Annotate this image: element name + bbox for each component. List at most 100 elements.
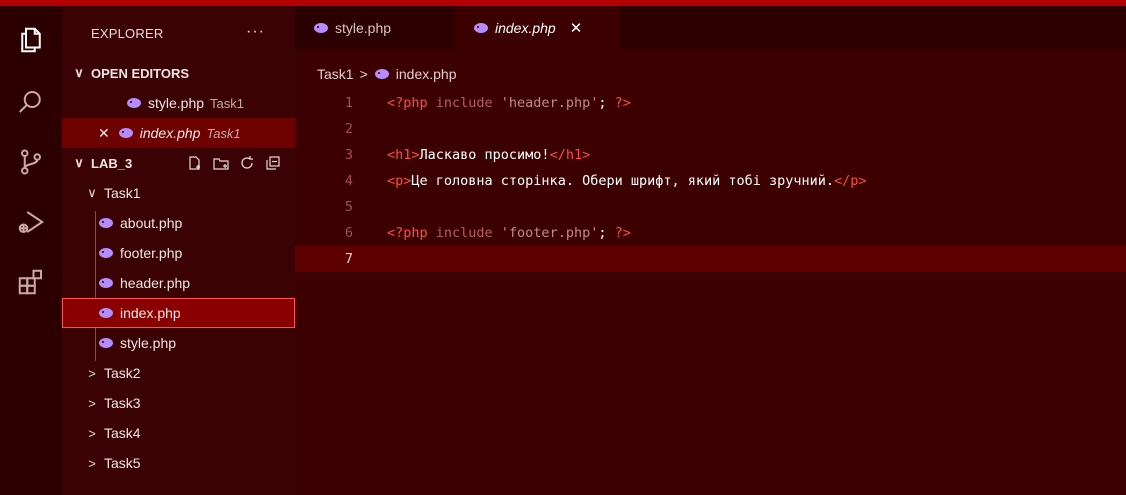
chevron-right-icon: > [88, 395, 96, 411]
code-line[interactable]: 3 <h1>Ласкаво просимо!</h1> [295, 142, 1126, 168]
file-label: style.php [120, 335, 177, 351]
html-open-tag: <h1> [387, 147, 420, 163]
line-number: 3 [344, 147, 353, 163]
html-close-tag: </h1> [549, 147, 591, 163]
tree-folder-task1[interactable]: ∨ Task1 [62, 178, 295, 208]
source-control-icon[interactable] [0, 140, 62, 184]
explorer-icon[interactable] [0, 18, 62, 62]
more-actions-icon[interactable]: ··· [246, 23, 265, 41]
php-file-icon [99, 218, 113, 228]
line-number: 7 [344, 251, 353, 267]
close-icon[interactable]: ✕ [98, 125, 110, 142]
code-line[interactable]: 1 <?php include 'header.php'; ?> [295, 90, 1126, 116]
php-file-icon [99, 278, 113, 288]
open-editor-folder: Task1 [206, 125, 241, 141]
new-file-icon[interactable] [187, 155, 203, 171]
file-label: footer.php [120, 245, 183, 261]
explorer-sidebar: EXPLORER ··· ∨ OPEN EDITORS style.php Ta… [62, 6, 295, 495]
html-open-tag: <p> [387, 173, 412, 189]
php-file-icon [99, 248, 113, 258]
line-number: 4 [344, 173, 353, 189]
php-file-icon [314, 23, 328, 33]
php-file-icon [118, 128, 133, 138]
open-editor-item-style[interactable]: style.php Task1 [62, 88, 295, 118]
code-line[interactable]: 2 [295, 116, 1126, 142]
code-line[interactable]: 4 <p>Це головна сторінка. Обери шрифт, я… [295, 168, 1126, 194]
collapse-all-icon[interactable] [265, 155, 281, 171]
php-file-icon [374, 69, 389, 79]
chevron-right-icon: > [88, 365, 96, 381]
code-line[interactable]: 6 <?php include 'footer.php'; ?> [295, 220, 1126, 246]
tree-file-style[interactable]: style.php [62, 328, 295, 358]
project-toolbar [187, 148, 281, 178]
close-icon[interactable]: ✕ [570, 19, 583, 37]
chevron-down-icon: ∨ [74, 155, 84, 170]
tab-bar: style.php index.php ✕ [295, 6, 1126, 50]
code-text: <?php include 'header.php'; ?> [387, 95, 631, 111]
tree-file-about[interactable]: about.php [62, 208, 295, 238]
breadcrumb-separator: > [359, 66, 368, 82]
refresh-icon[interactable] [239, 155, 255, 171]
tree-file-header[interactable]: header.php [62, 268, 295, 298]
editor-area: style.php index.php ✕ Task1 > index.php … [295, 6, 1126, 495]
code-line[interactable]: 5 [295, 194, 1126, 220]
code-line-current[interactable]: 7 [295, 246, 1126, 272]
open-editor-filename: style.php [148, 95, 205, 111]
tab-style-php[interactable]: style.php [295, 6, 455, 50]
chevron-down-icon: ∨ [87, 185, 97, 200]
php-file-icon [474, 23, 488, 33]
search-icon[interactable] [0, 80, 62, 124]
php-keyword: include [427, 95, 501, 111]
php-file-icon [99, 338, 113, 348]
breadcrumb: Task1 > index.php [317, 66, 456, 82]
line-number: 5 [344, 199, 353, 215]
php-keyword: include [427, 225, 501, 241]
php-close-tag: ?> [614, 95, 631, 111]
line-number: 2 [344, 121, 353, 137]
tab-label: index.php [495, 20, 556, 36]
tree-folder-task3[interactable]: > Task3 [62, 388, 295, 418]
folder-label: Task2 [104, 365, 141, 381]
open-editor-filename: index.php [139, 125, 201, 141]
code-editor[interactable]: 1 <?php include 'header.php'; ?> 2 3 <h1… [295, 90, 1126, 272]
html-text: Ласкаво просимо! [419, 147, 550, 163]
tree-file-index[interactable]: index.php [62, 298, 295, 328]
tree-folder-task5[interactable]: > Task5 [62, 448, 295, 478]
breadcrumb-folder[interactable]: Task1 [317, 66, 354, 82]
chevron-right-icon: > [88, 455, 96, 471]
html-text: Це головна сторінка. Обери шрифт, який т… [411, 173, 835, 189]
project-section[interactable]: ∨ LAB_3 [62, 148, 295, 178]
run-debug-icon[interactable] [0, 200, 62, 244]
line-number: 6 [344, 225, 353, 241]
folder-label: Task4 [104, 425, 141, 441]
php-file-icon [99, 308, 113, 318]
file-label: header.php [120, 275, 191, 291]
tree-folder-task4[interactable]: > Task4 [62, 418, 295, 448]
explorer-header: EXPLORER ··· [62, 6, 295, 60]
php-string: 'header.php' [500, 95, 599, 111]
vscode-window: EXPLORER ··· ∨ OPEN EDITORS style.php Ta… [0, 6, 1126, 495]
file-label: index.php [120, 305, 181, 321]
html-close-tag: </p> [834, 173, 867, 189]
chevron-right-icon: > [88, 425, 96, 441]
php-open-tag: <?php [387, 225, 428, 241]
folder-label: Task5 [104, 455, 141, 471]
extensions-icon[interactable] [0, 260, 62, 304]
explorer-title: EXPLORER [91, 25, 164, 41]
open-editor-folder: Task1 [210, 95, 245, 111]
tree-file-footer[interactable]: footer.php [62, 238, 295, 268]
file-label: about.php [120, 215, 183, 231]
open-editor-item-index[interactable]: ✕ index.php Task1 [62, 118, 295, 148]
new-folder-icon[interactable] [213, 155, 229, 171]
tab-index-php[interactable]: index.php ✕ [455, 6, 620, 50]
php-semicolon: ; [598, 225, 615, 241]
open-editors-section[interactable]: ∨ OPEN EDITORS [62, 58, 295, 88]
breadcrumb-file[interactable]: index.php [396, 66, 457, 82]
code-text: <?php include 'footer.php'; ?> [387, 225, 631, 241]
code-text: <p>Це головна сторінка. Обери шрифт, яки… [387, 173, 867, 189]
php-string: 'footer.php' [500, 225, 599, 241]
line-number: 1 [344, 95, 353, 111]
code-text: <h1>Ласкаво просимо!</h1> [387, 147, 590, 163]
tree-folder-task2[interactable]: > Task2 [62, 358, 295, 388]
php-semicolon: ; [598, 95, 615, 111]
